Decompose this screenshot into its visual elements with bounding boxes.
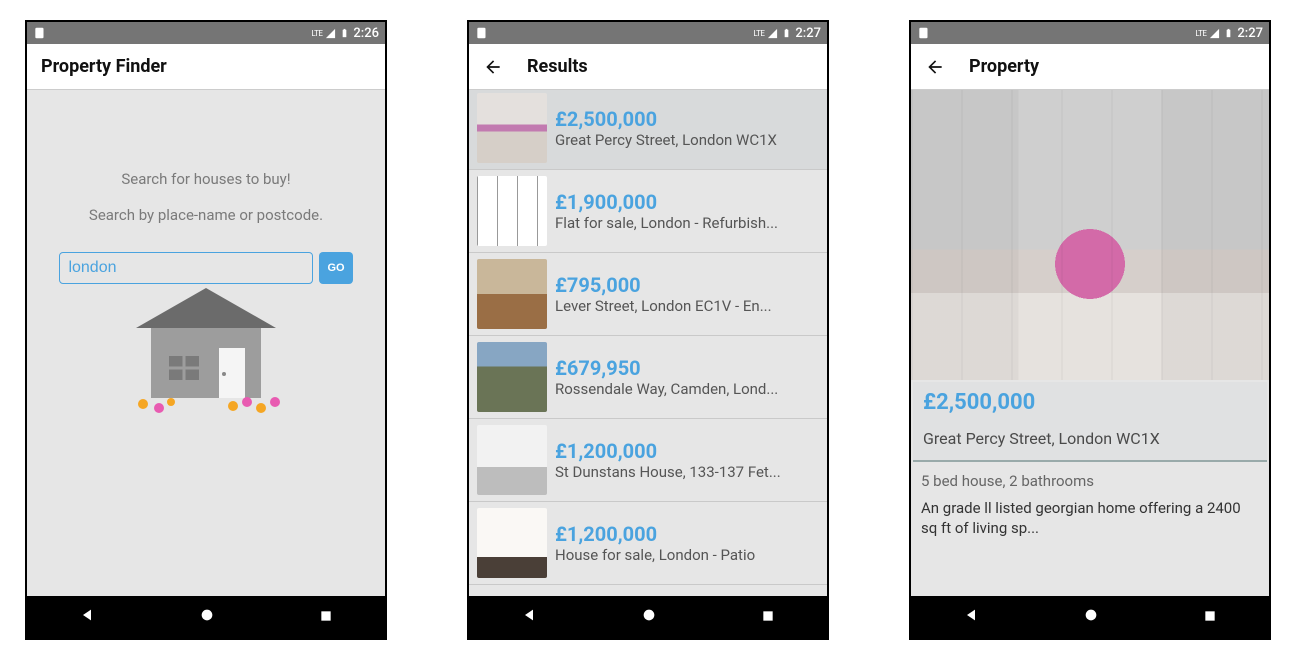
app-bar: Property Finder xyxy=(27,44,385,90)
clock: 2:26 xyxy=(353,26,379,41)
result-address: House for sale, London - Patio xyxy=(555,546,819,564)
result-price: £679,950 xyxy=(555,356,819,380)
result-address: Flat for sale, London - Refurbish... xyxy=(555,214,819,232)
status-bar: LTE 2:26 xyxy=(27,22,385,44)
signal-icon xyxy=(1209,28,1220,39)
result-row[interactable]: £1,200,000 St Dunstans House, 133-137 Fe… xyxy=(469,419,827,502)
detail-address: Great Percy Street, London WC1X xyxy=(923,429,1257,448)
result-thumbnail xyxy=(477,425,547,495)
result-text: £1,200,000 St Dunstans House, 133-137 Fe… xyxy=(555,439,819,481)
nav-recent-button[interactable] xyxy=(299,600,353,635)
network-type: LTE xyxy=(753,29,764,38)
result-price: £1,200,000 xyxy=(555,522,819,546)
result-price: £795,000 xyxy=(555,273,819,297)
nav-back-button[interactable] xyxy=(501,599,557,635)
house-illustration xyxy=(111,288,301,428)
result-text: £679,950 Rossendale Way, Camden, Lond... xyxy=(555,356,819,398)
detail-header: £2,500,000 Great Percy Street, London WC… xyxy=(913,382,1267,462)
nav-recent-button[interactable] xyxy=(1183,600,1237,635)
results-list: £2,500,000 Great Percy Street, London WC… xyxy=(469,90,827,585)
results-body[interactable]: £2,500,000 Great Percy Street, London WC… xyxy=(469,90,827,596)
result-thumbnail xyxy=(477,93,547,163)
result-address: Rossendale Way, Camden, Lond... xyxy=(555,380,819,398)
result-thumbnail xyxy=(477,342,547,412)
network-type: LTE xyxy=(1195,29,1206,38)
card-icon xyxy=(33,26,47,40)
card-icon xyxy=(917,26,931,40)
nav-home-button[interactable] xyxy=(179,599,235,635)
network-type: LTE xyxy=(311,29,322,38)
result-row[interactable]: £679,950 Rossendale Way, Camden, Lond... xyxy=(469,336,827,419)
app-bar: Results xyxy=(469,44,827,90)
android-nav-bar xyxy=(27,596,385,638)
result-text: £1,200,000 House for sale, London - Pati… xyxy=(555,522,819,564)
search-input[interactable] xyxy=(59,252,313,284)
result-thumbnail xyxy=(477,259,547,329)
hero-image xyxy=(911,90,1269,380)
nav-home-button[interactable] xyxy=(1063,599,1119,635)
battery-icon xyxy=(1223,28,1234,39)
signal-icon xyxy=(325,28,336,39)
clock: 2:27 xyxy=(1237,26,1263,41)
nav-home-button[interactable] xyxy=(621,599,677,635)
battery-icon xyxy=(339,28,350,39)
clock: 2:27 xyxy=(795,26,821,41)
search-body: Search for houses to buy! Search by plac… xyxy=(27,90,385,596)
back-icon[interactable] xyxy=(483,57,503,77)
nav-back-button[interactable] xyxy=(943,599,999,635)
android-nav-bar xyxy=(469,596,827,638)
result-text: £2,500,000 Great Percy Street, London WC… xyxy=(555,107,819,149)
android-nav-bar xyxy=(911,596,1269,638)
result-price: £1,200,000 xyxy=(555,439,819,463)
result-row[interactable]: £2,500,000 Great Percy Street, London WC… xyxy=(469,90,827,170)
result-price: £2,500,000 xyxy=(555,107,819,131)
detail-meta: 5 bed house, 2 bathrooms xyxy=(911,464,1269,494)
search-hint-2: Search by place-name or postcode. xyxy=(89,206,323,224)
go-button[interactable]: GO xyxy=(319,252,352,284)
result-price: £1,900,000 xyxy=(555,190,819,214)
phone-screen-results: LTE 2:27 Results £2,500,000 Great Percy … xyxy=(467,20,829,640)
result-thumbnail xyxy=(477,176,547,246)
nav-back-button[interactable] xyxy=(59,599,115,635)
battery-icon xyxy=(781,28,792,39)
result-address: Great Percy Street, London WC1X xyxy=(555,131,819,149)
result-row[interactable]: £1,200,000 House for sale, London - Pati… xyxy=(469,502,827,585)
status-bar: LTE 2:27 xyxy=(911,22,1269,44)
signal-icon xyxy=(767,28,778,39)
phone-screen-search: LTE 2:26 Property Finder Search for hous… xyxy=(25,20,387,640)
back-icon[interactable] xyxy=(925,57,945,77)
detail-body[interactable]: £2,500,000 Great Percy Street, London WC… xyxy=(911,90,1269,596)
detail-description: An grade ll listed georgian home offerin… xyxy=(911,494,1269,543)
phone-screen-detail: LTE 2:27 Property £2,500,000 Great Percy… xyxy=(909,20,1271,640)
app-bar: Property xyxy=(911,44,1269,90)
result-thumbnail xyxy=(477,508,547,578)
detail-price: £2,500,000 xyxy=(923,390,1257,415)
app-title: Results xyxy=(527,56,588,77)
app-title: Property xyxy=(969,56,1039,77)
result-text: £1,900,000 Flat for sale, London - Refur… xyxy=(555,190,819,232)
result-address: Lever Street, London EC1V - En... xyxy=(555,297,819,315)
search-hint-1: Search for houses to buy! xyxy=(121,170,290,188)
result-row[interactable]: £795,000 Lever Street, London EC1V - En.… xyxy=(469,253,827,336)
card-icon xyxy=(475,26,489,40)
result-text: £795,000 Lever Street, London EC1V - En.… xyxy=(555,273,819,315)
nav-recent-button[interactable] xyxy=(741,600,795,635)
app-title: Property Finder xyxy=(41,56,167,77)
result-address: St Dunstans House, 133-137 Fet... xyxy=(555,463,819,481)
status-bar: LTE 2:27 xyxy=(469,22,827,44)
result-row[interactable]: £1,900,000 Flat for sale, London - Refur… xyxy=(469,170,827,253)
